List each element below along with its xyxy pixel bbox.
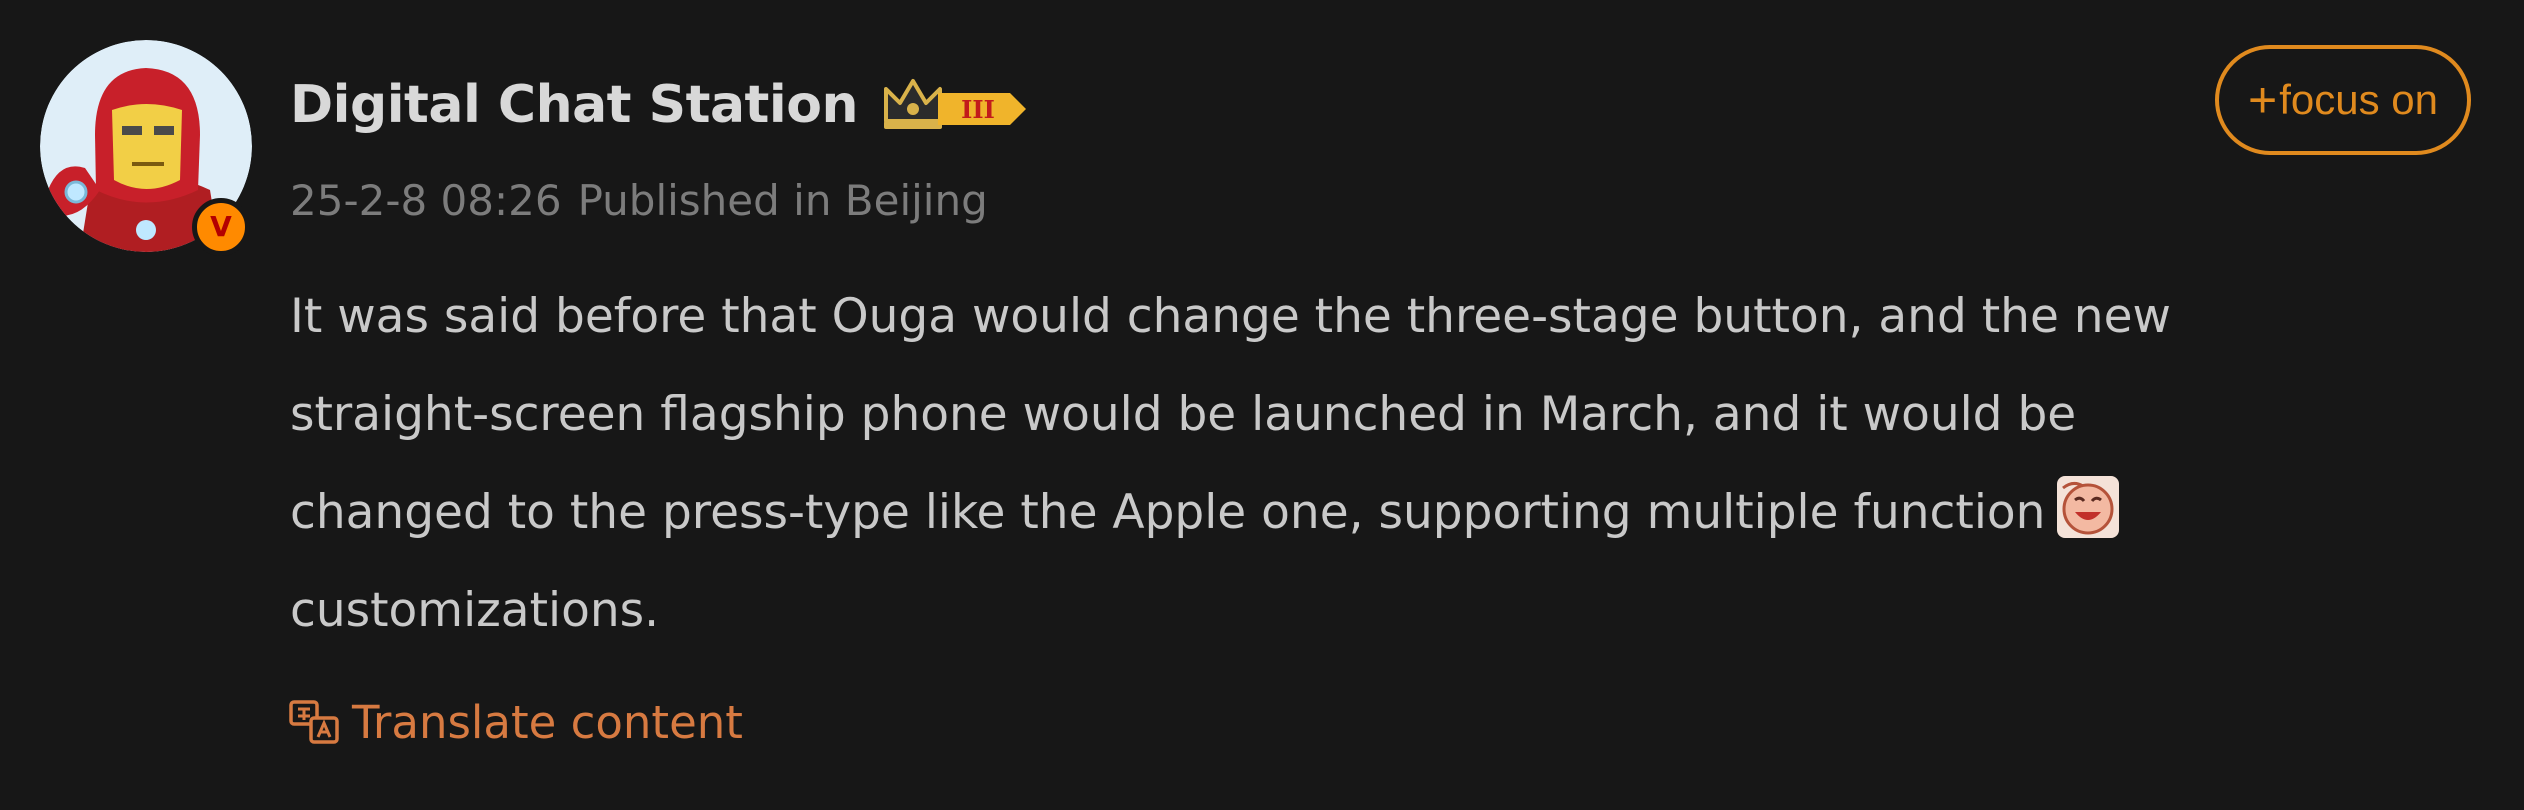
body-line: changed to the press-type like the Apple… [290, 485, 2046, 540]
plus-icon: + [2248, 72, 2278, 128]
rank-badge-text: III [961, 95, 995, 124]
laughing-face-emoji-icon [2057, 476, 2120, 538]
post-card: V Digital Chat Station III 25-2-8 08:26 P… [0, 0, 2524, 810]
translate-label: Translate content [352, 695, 743, 749]
translate-icon [289, 700, 339, 744]
verified-mark: V [210, 210, 232, 243]
author-row: Digital Chat Station III [290, 70, 1030, 140]
body-line: It was said before that Ouga would chang… [290, 289, 2171, 344]
translate-content-link[interactable]: Translate content [288, 690, 743, 754]
focus-on-label: focus on [2279, 76, 2438, 123]
post-timestamp: 25-2-8 08:26 [290, 176, 562, 225]
focus-on-button[interactable]: + focus on [2215, 45, 2471, 155]
post-body: It was said before that Ouga would chang… [290, 268, 2440, 660]
post-meta: 25-2-8 08:26 Published in Beijing [290, 176, 988, 225]
verified-badge: V [192, 198, 250, 256]
crown-rank-badge-icon: III [883, 79, 1026, 129]
avatar[interactable]: V [40, 40, 252, 256]
body-line: straight-screen flagship phone would be … [290, 387, 2077, 442]
body-line-with-emoji: changed to the press-type like the Apple… [290, 464, 2440, 562]
body-line: customizations. [290, 583, 660, 638]
post-location: Published in Beijing [577, 176, 988, 225]
author-name[interactable]: Digital Chat Station [290, 75, 858, 135]
